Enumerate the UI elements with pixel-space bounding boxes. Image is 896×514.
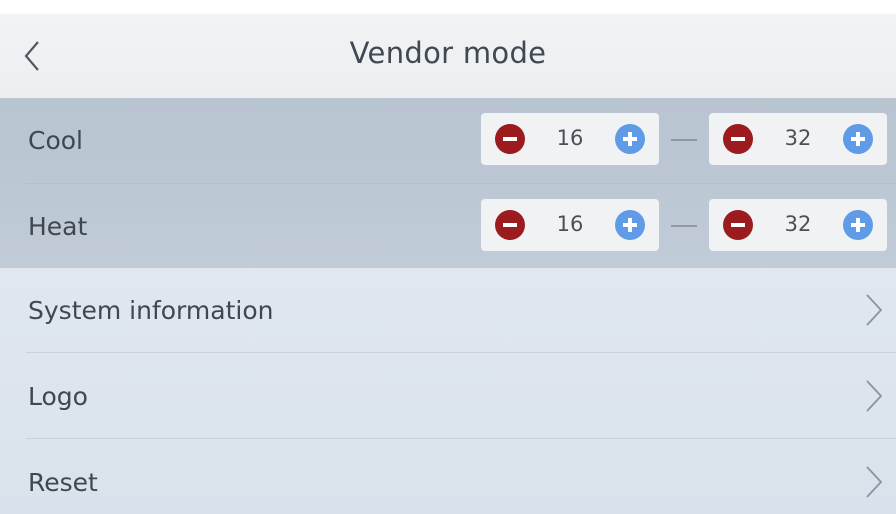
cool-label: Cool [28, 126, 83, 155]
cool-min-decrease-button[interactable] [495, 124, 525, 154]
minus-icon [731, 223, 745, 227]
cool-min-increase-button[interactable] [615, 124, 645, 154]
minus-icon [503, 223, 517, 227]
menu-item-reset[interactable]: Reset [0, 439, 896, 514]
menu-item-logo[interactable]: Logo [0, 353, 896, 438]
chevron-right-icon [866, 466, 883, 498]
minus-icon [503, 137, 517, 141]
heat-range-row: Heat 16 32 [0, 183, 896, 268]
menu-item-label: Reset [28, 468, 98, 497]
menu-item-system-information[interactable]: System information [0, 268, 896, 353]
plus-icon [851, 218, 865, 232]
range-separator [671, 225, 697, 227]
minus-icon [731, 137, 745, 141]
cool-max-stepper: 32 [709, 113, 887, 165]
chevron-right-icon [866, 380, 883, 412]
heat-max-decrease-button[interactable] [723, 210, 753, 240]
heat-min-stepper: 16 [481, 199, 659, 251]
menu-item-label: Logo [28, 382, 88, 411]
plus-icon [623, 132, 637, 146]
heat-min-value: 16 [556, 212, 584, 236]
chevron-right-icon [866, 294, 883, 326]
range-separator [671, 139, 697, 141]
cool-range-row: Cool 16 32 [0, 98, 896, 183]
cool-max-value: 32 [784, 126, 812, 150]
cool-min-value: 16 [556, 126, 584, 150]
heat-min-increase-button[interactable] [615, 210, 645, 240]
heat-label: Heat [28, 212, 88, 241]
cool-min-stepper: 16 [481, 113, 659, 165]
menu-item-label: System information [28, 296, 274, 325]
page-title: Vendor mode [349, 36, 547, 70]
heat-max-increase-button[interactable] [843, 210, 873, 240]
plus-icon [851, 132, 865, 146]
cool-max-decrease-button[interactable] [723, 124, 753, 154]
plus-icon [623, 218, 637, 232]
heat-min-decrease-button[interactable] [495, 210, 525, 240]
cool-max-increase-button[interactable] [843, 124, 873, 154]
top-edge [0, 0, 896, 14]
heat-max-value: 32 [784, 212, 812, 236]
header-bar: Vendor mode [0, 14, 896, 98]
vendor-mode-screen: Vendor mode Cool 16 32 Heat 16 32 System… [0, 0, 896, 514]
heat-max-stepper: 32 [709, 199, 887, 251]
